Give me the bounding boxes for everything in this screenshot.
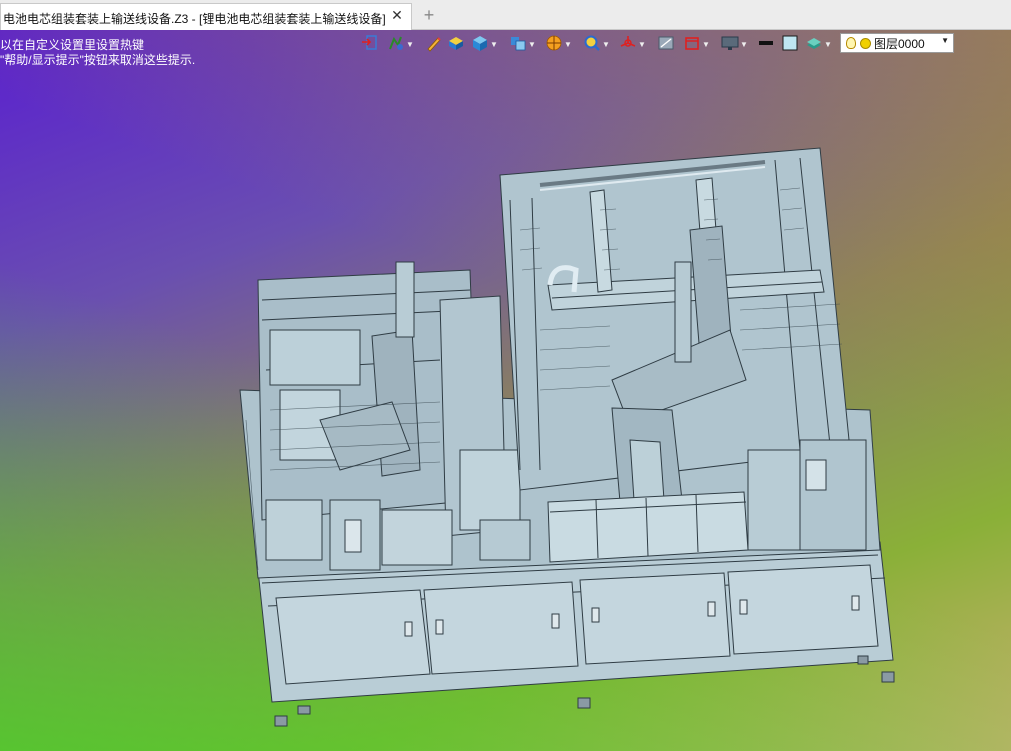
cabinet-door xyxy=(579,572,731,665)
plus-icon[interactable]: + xyxy=(421,6,437,24)
document-tab[interactable]: 电池电芯组装套装上输送线设备.Z3 - [锂电池电芯组装套装上输送线设备] xyxy=(0,3,412,30)
cabinet-door xyxy=(275,589,431,685)
close-icon[interactable]: ✕ xyxy=(390,8,404,22)
3d-viewport[interactable]: 以在自定义设置里设置热键 "帮助/显示提示"按钮来取消这些提示. ▼ ▼ ▼ ▼… xyxy=(0,30,1011,751)
document-tab-title: 电池电芯组装套装上输送线设备.Z3 - [锂电池电芯组装套装上输送线设备] xyxy=(3,12,386,26)
cad-assembly-model[interactable] xyxy=(0,30,1011,751)
document-tab-bar: 电池电芯组装套装上输送线设备.Z3 - [锂电池电芯组装套装上输送线设备] ✕ … xyxy=(0,0,1011,30)
